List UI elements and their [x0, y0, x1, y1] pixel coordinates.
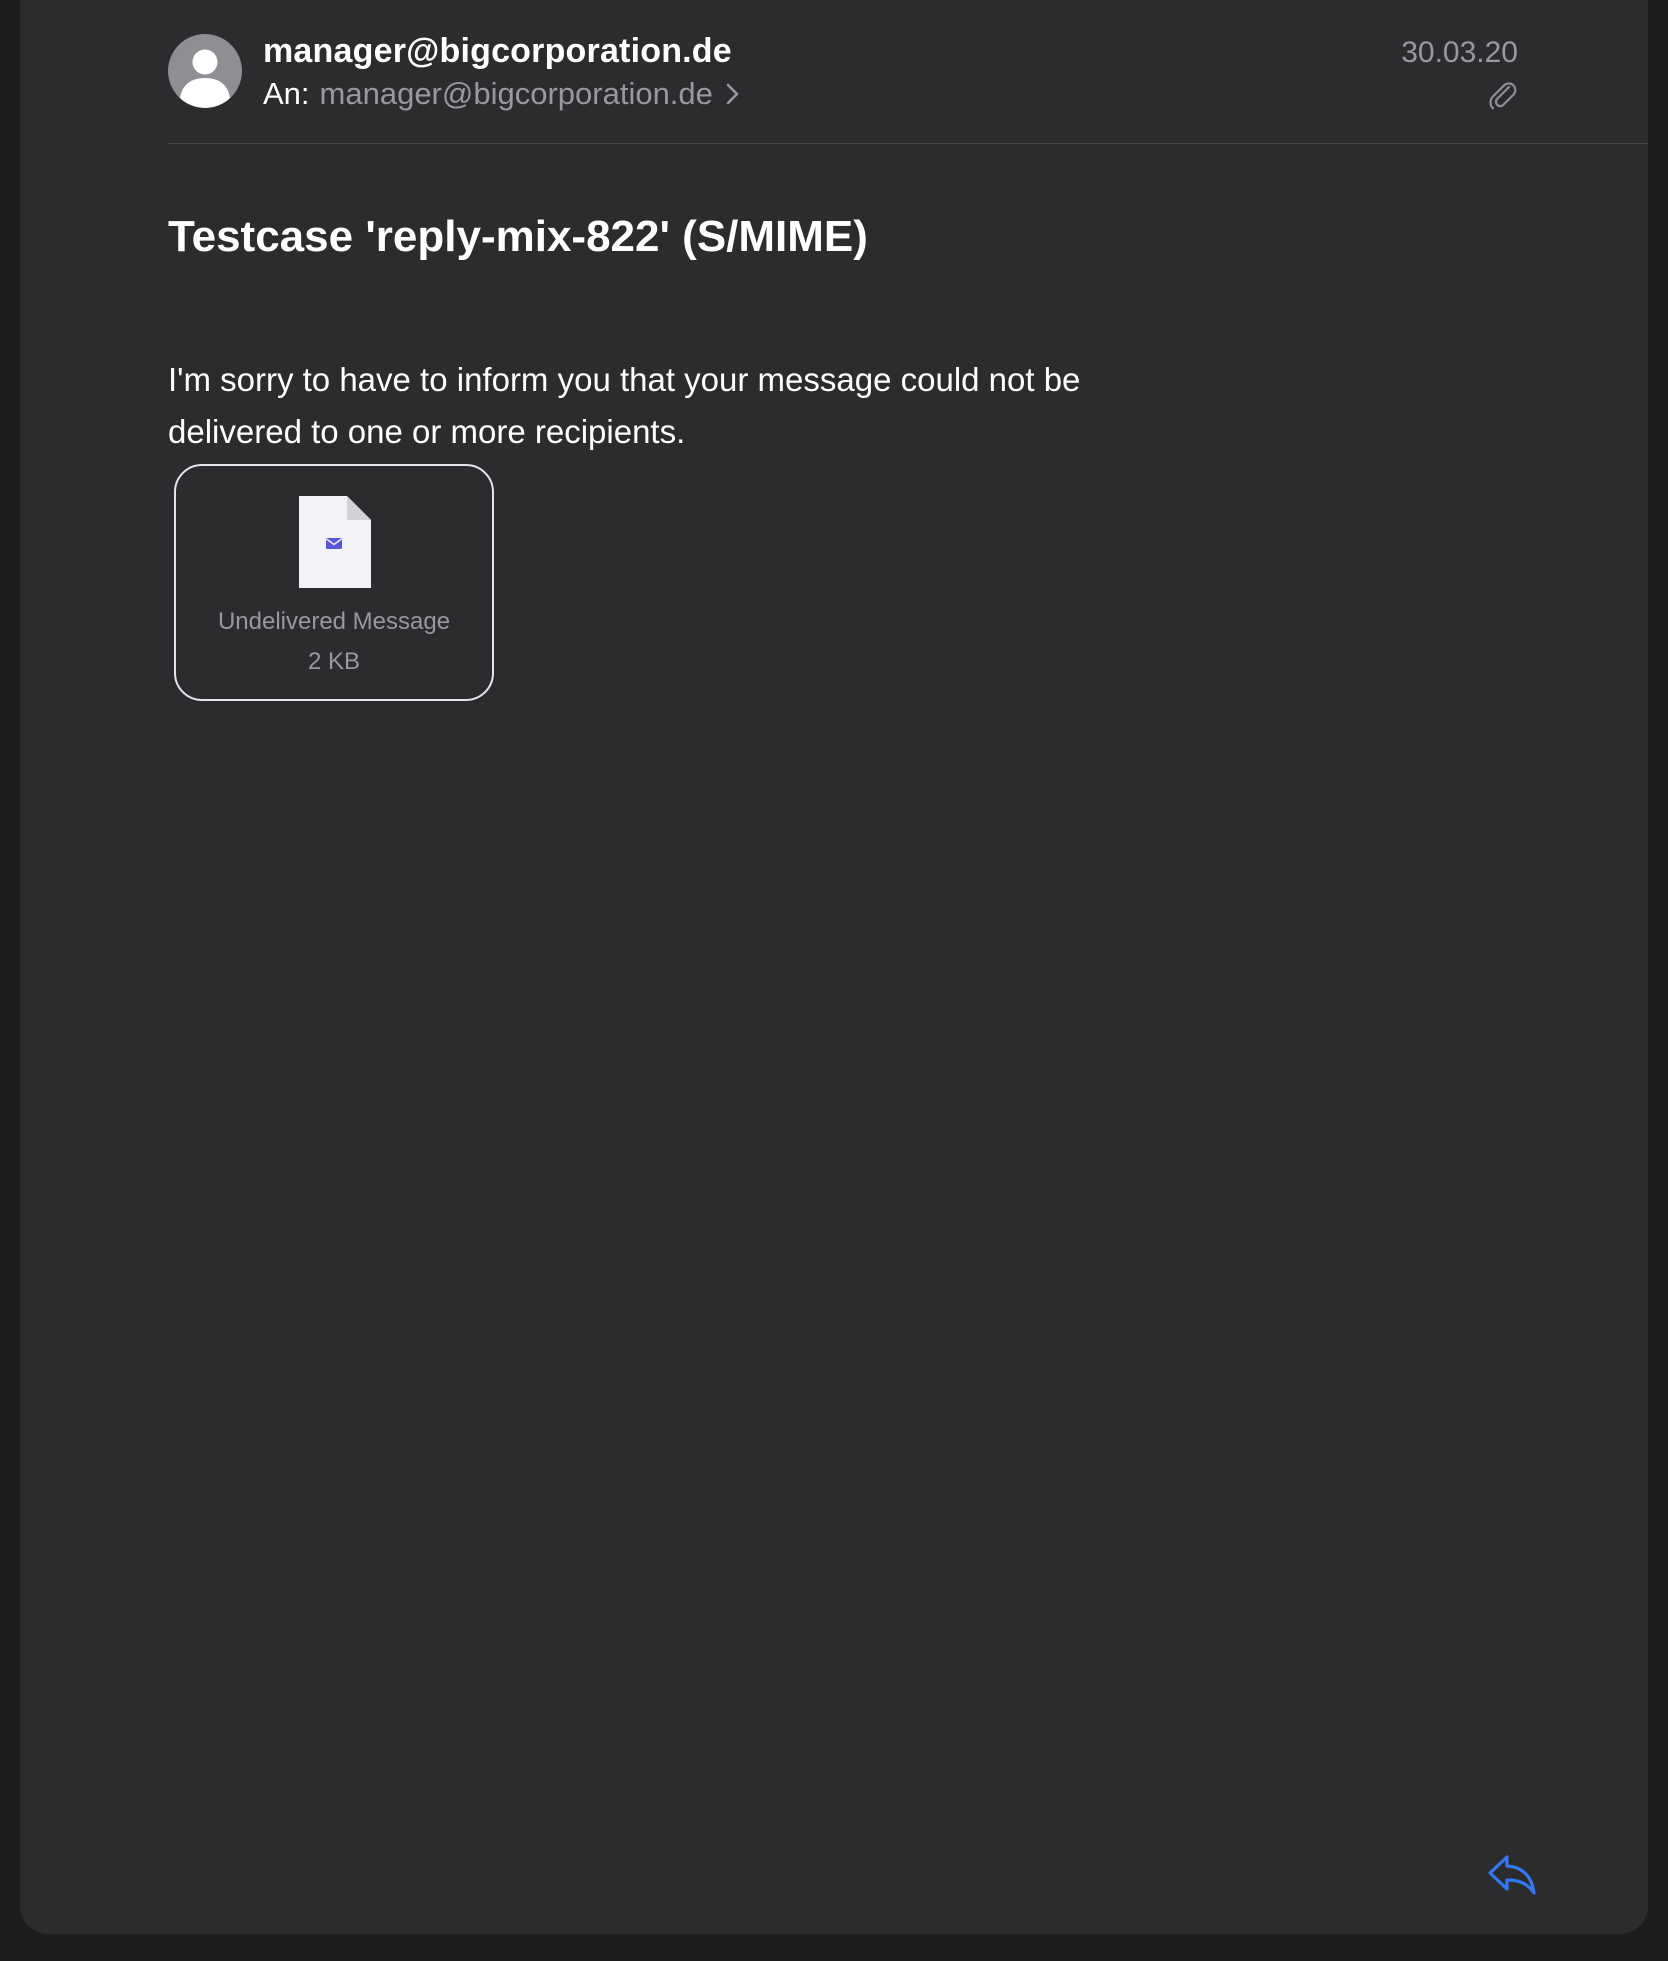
attachment-size: 2 KB: [307, 648, 361, 675]
paperclip-icon: [1489, 82, 1517, 110]
mail-document-icon: [299, 496, 371, 588]
recipient-address[interactable]: manager@bigcorporation.de: [320, 76, 713, 112]
chevron-right-icon[interactable]: [721, 79, 745, 109]
attachment-tile[interactable]: Undelivered Message 2 KB: [174, 464, 494, 701]
recipient-label: An:: [263, 76, 310, 111]
recipient-line[interactable]: An: manager@bigcorporation.de: [263, 76, 745, 112]
person-silhouette-icon: [180, 49, 230, 108]
message-header: manager@bigcorporation.de An: manager@bi…: [168, 32, 1648, 144]
sender-avatar[interactable]: [168, 34, 242, 108]
message-body: I'm sorry to have to inform you that you…: [168, 361, 1081, 450]
sender-address[interactable]: manager@bigcorporation.de: [263, 32, 732, 71]
reply-arrow-icon[interactable]: [1486, 1851, 1538, 1897]
attachment-name: Undelivered Message: [217, 608, 451, 635]
message-sheet: manager@bigcorporation.de An: manager@bi…: [20, 0, 1648, 1934]
message-subject: Testcase 'reply-mix-822' (S/MIME): [168, 212, 868, 261]
message-date: 30.03.20: [1401, 36, 1518, 69]
